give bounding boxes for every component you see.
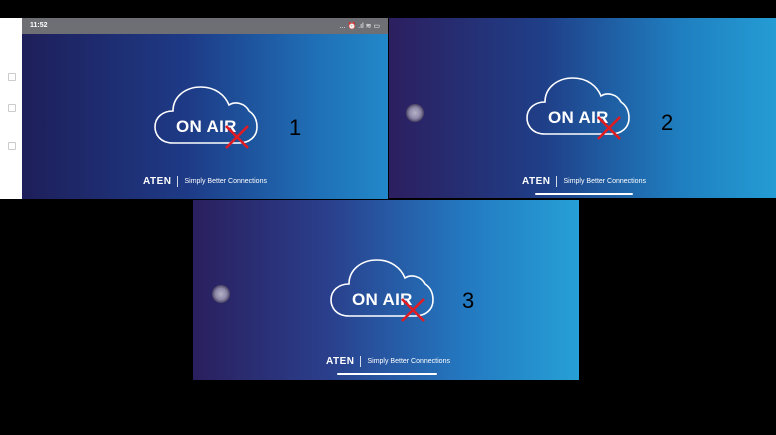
brand-tagline: Simply Better Connections bbox=[563, 178, 646, 185]
brand-divider bbox=[177, 176, 179, 187]
panel-number: 1 bbox=[289, 115, 302, 140]
app-screen: ON AIR 1 ATEN Simply Better Connections bbox=[22, 34, 388, 199]
screenshot-panel-3: ON AIR 3 ATEN Simply Better Connections bbox=[193, 200, 579, 380]
brand-footer: ATEN Simply Better Connections bbox=[143, 176, 267, 187]
screenshot-panel-2: ON AIR 2 ATEN Simply Better Connections bbox=[389, 18, 776, 198]
aten-logo: ATEN bbox=[143, 176, 172, 187]
status-time: 11:52 bbox=[30, 22, 48, 29]
brand-divider bbox=[360, 356, 362, 367]
brand-tagline: Simply Better Connections bbox=[184, 178, 267, 185]
brand-tagline: Simply Better Connections bbox=[367, 358, 450, 365]
status-icons: ... ⏰ .ıl ≋ ▭ bbox=[339, 23, 380, 30]
home-indicator[interactable] bbox=[337, 373, 437, 375]
panel-number: 2 bbox=[661, 110, 674, 135]
menu-icon[interactable] bbox=[8, 142, 16, 150]
screenshot-panel-1: 11:52 ... ⏰ .ıl ≋ ▭ ON AIR 1 ATEN Simply… bbox=[0, 18, 388, 199]
floating-dot-icon[interactable] bbox=[406, 104, 424, 122]
back-icon[interactable] bbox=[8, 73, 16, 81]
home-icon[interactable] bbox=[8, 104, 16, 112]
x-mark-icon bbox=[596, 115, 622, 146]
brand-footer: ATEN Simply Better Connections bbox=[522, 176, 646, 187]
aten-logo: ATEN bbox=[326, 356, 355, 367]
x-mark-icon bbox=[224, 124, 250, 155]
brand-footer: ATEN Simply Better Connections bbox=[326, 356, 450, 367]
aten-logo: ATEN bbox=[522, 176, 551, 187]
floating-dot-icon[interactable] bbox=[212, 285, 230, 303]
status-bar: 11:52 ... ⏰ .ıl ≋ ▭ bbox=[22, 18, 388, 34]
x-mark-icon bbox=[400, 297, 426, 328]
brand-divider bbox=[556, 176, 558, 187]
panel-number: 3 bbox=[462, 288, 475, 313]
home-indicator[interactable] bbox=[535, 193, 633, 195]
android-nav-bar bbox=[0, 18, 22, 199]
